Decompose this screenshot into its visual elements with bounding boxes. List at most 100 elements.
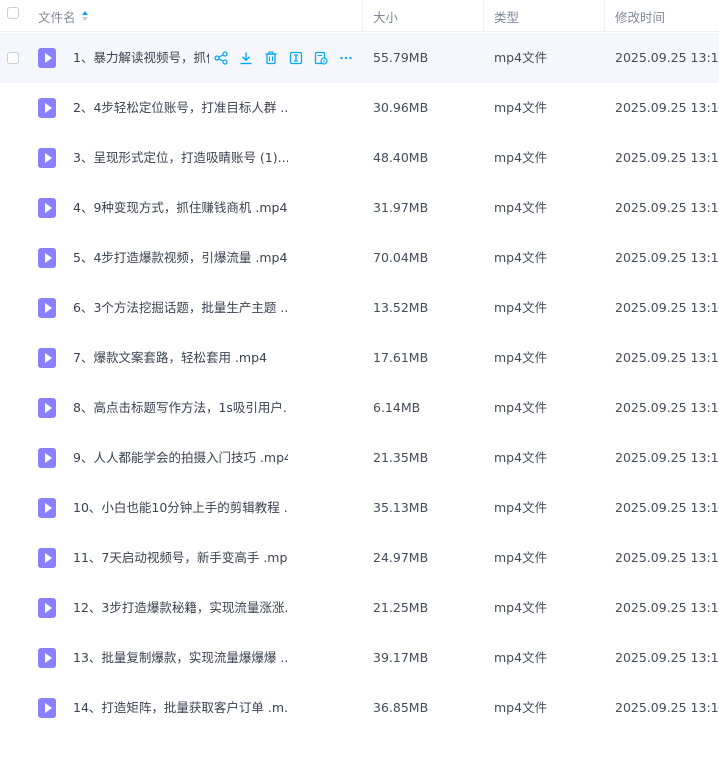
column-time-header[interactable]: 修改时间 xyxy=(615,0,665,32)
file-modified-time: 2025.09.25 13:11 xyxy=(615,550,719,565)
file-type: mp4文件 xyxy=(494,550,548,565)
file-size: 48.40MB xyxy=(373,150,429,165)
file-modified-time: 2025.09.25 13:11 xyxy=(615,450,719,465)
column-type-header[interactable]: 类型 xyxy=(494,0,519,32)
video-file-icon xyxy=(38,398,56,418)
delete-icon[interactable] xyxy=(263,50,279,66)
file-row[interactable]: 4、9种变现方式，抓住赚钱商机 .mp4 31.97MB mp4文件 2025.… xyxy=(0,183,719,233)
column-divider[interactable] xyxy=(604,0,605,32)
file-row[interactable]: 12、3步打造爆款秘籍，实现流量涨涨... 21.25MB mp4文件 2025… xyxy=(0,583,719,633)
file-size: 6.14MB xyxy=(373,400,421,415)
column-type-label: 类型 xyxy=(494,9,520,25)
file-name[interactable]: 3、呈现形式定位，打造吸睛账号 (1).... xyxy=(73,133,288,183)
file-size: 21.35MB xyxy=(373,450,429,465)
file-modified-time: 2025.09.25 13:11 xyxy=(615,150,719,165)
file-size: 13.52MB xyxy=(373,300,429,315)
video-file-icon xyxy=(38,98,56,118)
file-type: mp4文件 xyxy=(494,50,548,65)
file-name[interactable]: 12、3步打造爆款秘籍，实现流量涨涨... xyxy=(73,583,288,633)
file-modified-time: 2025.09.25 13:11 xyxy=(615,650,719,665)
file-name[interactable]: 4、9种变现方式，抓住赚钱商机 .mp4 xyxy=(73,183,288,233)
file-row[interactable]: 14、打造矩阵，批量获取客户订单 .m... 36.85MB mp4文件 202… xyxy=(0,683,719,733)
file-size: 31.97MB xyxy=(373,200,429,215)
column-size-label: 大小 xyxy=(373,9,399,25)
file-type: mp4文件 xyxy=(494,250,548,265)
file-size: 55.79MB xyxy=(373,50,429,65)
file-row[interactable]: 13、批量复制爆款，实现流量爆爆爆 ... 39.17MB mp4文件 2025… xyxy=(0,633,719,683)
file-modified-time: 2025.09.25 13:11 xyxy=(615,700,719,715)
rename-icon[interactable] xyxy=(288,50,304,66)
column-time-label: 修改时间 xyxy=(615,9,666,25)
column-size-header[interactable]: 大小 xyxy=(373,0,398,32)
file-modified-time: 2025.09.25 13:11 xyxy=(615,50,719,65)
file-size: 30.96MB xyxy=(373,100,429,115)
file-row[interactable]: 8、高点击标题写作方法，1s吸引用户... 6.14MB mp4文件 2025.… xyxy=(0,383,719,433)
file-size: 21.25MB xyxy=(373,600,429,615)
file-name[interactable]: 6、3个方法挖掘话题，批量生产主题 ... xyxy=(73,283,288,333)
file-name[interactable]: 7、爆款文案套路，轻松套用 .mp4 xyxy=(73,333,288,383)
file-modified-time: 2025.09.25 13:11 xyxy=(615,100,719,115)
file-name[interactable]: 1、暴力解读视频号，抓住 xyxy=(73,33,209,83)
file-row[interactable]: 7、爆款文案套路，轻松套用 .mp4 17.61MB mp4文件 2025.09… xyxy=(0,333,719,383)
file-name[interactable]: 14、打造矩阵，批量获取客户订单 .m... xyxy=(73,683,288,733)
file-name[interactable]: 11、7天启动视频号，新手变高手 .mp4 xyxy=(73,533,288,583)
file-row[interactable]: 10、小白也能10分钟上手的剪辑教程 ... 35.13MB mp4文件 202… xyxy=(0,483,719,533)
video-file-icon xyxy=(38,498,56,518)
video-file-icon xyxy=(38,248,56,268)
file-name[interactable]: 10、小白也能10分钟上手的剪辑教程 ... xyxy=(73,483,288,533)
row-actions xyxy=(213,50,354,66)
file-type: mp4文件 xyxy=(494,400,548,415)
file-size: 36.85MB xyxy=(373,700,429,715)
file-size: 39.17MB xyxy=(373,650,429,665)
column-name-label: 文件名 xyxy=(38,9,76,25)
file-list-header: 文件名 大小 类型 修改时间 xyxy=(0,0,719,32)
video-file-icon xyxy=(38,48,56,68)
column-divider[interactable] xyxy=(483,0,484,32)
file-modified-time: 2025.09.25 13:11 xyxy=(615,400,719,415)
column-name-header[interactable]: 文件名 xyxy=(38,0,88,32)
file-modified-time: 2025.09.25 13:11 xyxy=(615,300,719,315)
file-type: mp4文件 xyxy=(494,450,548,465)
file-type: mp4文件 xyxy=(494,500,548,515)
file-name[interactable]: 13、批量复制爆款，实现流量爆爆爆 ... xyxy=(73,633,288,683)
video-file-icon xyxy=(38,548,56,568)
file-modified-time: 2025.09.25 13:11 xyxy=(615,500,719,515)
column-divider[interactable] xyxy=(362,0,363,32)
file-row[interactable]: 3、呈现形式定位，打造吸睛账号 (1).... 48.40MB mp4文件 20… xyxy=(0,133,719,183)
file-type: mp4文件 xyxy=(494,600,548,615)
share-icon[interactable] xyxy=(213,50,229,66)
file-size: 24.97MB xyxy=(373,550,429,565)
file-type: mp4文件 xyxy=(494,700,548,715)
file-size: 35.13MB xyxy=(373,500,429,515)
file-type: mp4文件 xyxy=(494,350,548,365)
file-type: mp4文件 xyxy=(494,650,548,665)
row-checkbox[interactable] xyxy=(7,52,19,64)
file-row[interactable]: 2、4步轻松定位账号，打准目标人群 ... 30.96MB mp4文件 2025… xyxy=(0,83,719,133)
video-file-icon xyxy=(38,648,56,668)
more-icon[interactable] xyxy=(338,50,354,66)
file-name[interactable]: 5、4步打造爆款视频，引爆流量 .mp4 xyxy=(73,233,288,283)
file-type: mp4文件 xyxy=(494,300,548,315)
file-type: mp4文件 xyxy=(494,100,548,115)
video-file-icon xyxy=(38,298,56,318)
sort-arrows-icon[interactable] xyxy=(81,11,88,21)
file-modified-time: 2025.09.25 13:11 xyxy=(615,250,719,265)
video-file-icon xyxy=(38,198,56,218)
file-name[interactable]: 9、人人都能学会的拍摄入门技巧 .mp4 xyxy=(73,433,288,483)
open-with-icon[interactable] xyxy=(313,50,329,66)
file-row[interactable]: 11、7天启动视频号，新手变高手 .mp4 24.97MB mp4文件 2025… xyxy=(0,533,719,583)
file-row[interactable]: 9、人人都能学会的拍摄入门技巧 .mp4 21.35MB mp4文件 2025.… xyxy=(0,433,719,483)
file-row[interactable]: 5、4步打造爆款视频，引爆流量 .mp4 70.04MB mp4文件 2025.… xyxy=(0,233,719,283)
video-file-icon xyxy=(38,148,56,168)
file-type: mp4文件 xyxy=(494,150,548,165)
video-file-icon xyxy=(38,598,56,618)
file-size: 17.61MB xyxy=(373,350,429,365)
download-icon[interactable] xyxy=(238,50,254,66)
file-modified-time: 2025.09.25 13:11 xyxy=(615,200,719,215)
video-file-icon xyxy=(38,698,56,718)
file-row[interactable]: 1、暴力解读视频号，抓住 55.79MB mp4文件 2025.09.25 13 xyxy=(0,33,719,83)
select-all-checkbox[interactable] xyxy=(7,7,19,19)
file-name[interactable]: 8、高点击标题写作方法，1s吸引用户... xyxy=(73,383,288,433)
file-name[interactable]: 2、4步轻松定位账号，打准目标人群 ... xyxy=(73,83,288,133)
file-row[interactable]: 6、3个方法挖掘话题，批量生产主题 ... 13.52MB mp4文件 2025… xyxy=(0,283,719,333)
